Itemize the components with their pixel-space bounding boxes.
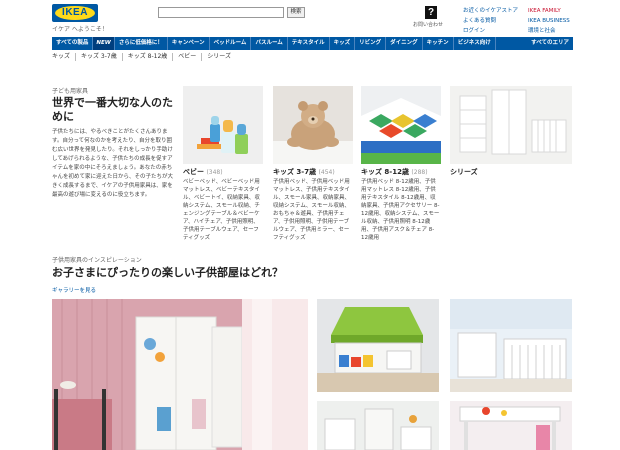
green-bed-illustration — [317, 299, 439, 392]
nav-all-areas[interactable]: すべてのエリア — [527, 37, 573, 50]
ikea-business-link[interactable]: IKEA BUSINESS — [528, 16, 570, 26]
inspiration-photo-green-bed[interactable] — [317, 299, 439, 392]
nav-kids[interactable]: キッズ — [330, 37, 356, 50]
category-tile-kids-8-12[interactable]: キッズ 8-12歳 (288) 子供用ベッド 8-12歳用、子供用マットレス 8… — [361, 86, 441, 242]
tile-title-series[interactable]: シリーズ — [450, 167, 572, 177]
tile-title-kids-8-12[interactable]: キッズ 8-12歳 (288) — [361, 167, 441, 177]
category-label: 子ども用家具 — [52, 88, 89, 95]
ikea-logo[interactable]: IKEA — [52, 4, 98, 22]
nav-dining[interactable]: ダイニング — [386, 37, 423, 50]
tile-desc-kids-8-12: 子供用ベッド 8-12歳用、子供用マットレス 8-12歳用、子供用テキスタイル … — [361, 179, 440, 241]
search-button[interactable]: 検索 — [287, 7, 305, 18]
nav-textile[interactable]: テキスタイル — [288, 37, 330, 50]
subnav-series[interactable]: シリーズ — [202, 53, 236, 61]
nav-bedroom[interactable]: ベッドルーム — [210, 37, 252, 50]
ikea-family-link[interactable]: IKEA FAMILY — [528, 6, 570, 16]
crib-illustration — [450, 299, 572, 392]
contact-link[interactable]: ? お問い合わせ — [413, 6, 445, 28]
baby-cups-illustration — [183, 86, 263, 164]
tile-title-kids-3-7[interactable]: キッズ 3-7歳 (454) — [273, 167, 353, 177]
kids-3-7-product-image[interactable] — [273, 86, 353, 164]
nav-all-products[interactable]: すべての製品 — [52, 37, 94, 50]
question-icon: ? — [425, 6, 437, 19]
nav-business[interactable]: ビジネス向け — [454, 37, 496, 50]
tile-desc-baby: ベビーベッド、ベビーベッド用マットレス、ベビーテキスタイル、ベビートイ、収納家具… — [183, 179, 260, 241]
tile-title-baby[interactable]: ベビー (348) — [183, 167, 263, 177]
inspiration-photo-pink-room[interactable] — [52, 299, 308, 450]
inspiration-photo-crib[interactable] — [450, 299, 572, 392]
nav-campaign[interactable]: キャンペーン — [168, 37, 210, 50]
white-furniture-illustration — [450, 86, 572, 164]
teddy-bear-illustration — [273, 86, 353, 164]
faq-link[interactable]: よくある質問 — [463, 16, 518, 26]
top-links-right: IKEA FAMILY IKEA BUSINESS 環境と社会 — [528, 6, 570, 36]
login-link[interactable]: ログイン — [463, 26, 518, 36]
nav-kitchen[interactable]: キッチン — [423, 37, 454, 50]
contact-label: お問い合わせ — [412, 22, 443, 28]
tile-name-kids-3-7: キッズ 3-7歳 — [273, 168, 317, 176]
tile-name-kids-8-12: キッズ 8-12歳 — [361, 168, 409, 176]
inspiration-title: お子さまにぴったりの楽しい子供部屋はどれ？ — [52, 266, 283, 279]
series-product-image[interactable] — [450, 86, 572, 164]
top-links-left: お近くのイケアストア よくある質問 ログイン — [463, 6, 518, 36]
page-title: 世界で一番大切な人のために — [52, 96, 173, 123]
tile-count-kids-3-7: (454) — [318, 169, 335, 176]
subnav-kids[interactable]: キッズ — [52, 53, 77, 61]
environment-link[interactable]: 環境と社会 — [528, 26, 570, 36]
pink-room-illustration — [52, 299, 308, 450]
subnav-kids-3-7[interactable]: キッズ 3-7歳 — [76, 53, 123, 61]
sub-nav: キッズ キッズ 3-7歳 キッズ 8-12歳 ベビー シリーズ — [52, 52, 236, 62]
nav-living[interactable]: リビング — [355, 37, 387, 50]
loft-bed-illustration — [450, 401, 572, 450]
baby-product-image[interactable] — [183, 86, 263, 164]
tile-count-baby: (348) — [206, 169, 223, 176]
white-room-illustration — [317, 401, 439, 450]
search-input[interactable] — [158, 7, 284, 18]
nav-lower-price[interactable]: さらに低価格に！ — [115, 37, 168, 50]
header: IKEA イケア へようこそ！ 検索 ? お問い合わせ お近くのイケアストア よ… — [0, 0, 620, 36]
category-tile-kids-3-7[interactable]: キッズ 3-7歳 (454) 子供用ベッド、子供用ベッド用マットレス、子供用テキ… — [273, 86, 353, 242]
subnav-baby[interactable]: ベビー — [173, 53, 203, 61]
kids-8-12-product-image[interactable] — [361, 86, 441, 164]
logo-text: IKEA — [62, 7, 88, 18]
bedding-illustration — [361, 86, 441, 164]
tile-name-series: シリーズ — [450, 168, 478, 176]
inspiration-photo-white-room[interactable] — [317, 401, 439, 450]
nav-bathroom[interactable]: バスルーム — [251, 37, 288, 50]
subnav-kids-8-12[interactable]: キッズ 8-12歳 — [123, 53, 174, 61]
tile-desc-kids-3-7: 子供用ベッド、子供用ベッド用マットレス、子供用テキスタイル、スモール家具、収納家… — [273, 179, 351, 241]
inspiration-photo-loft-bed[interactable] — [450, 401, 572, 450]
tile-count-kids-8-12: (288) — [411, 169, 428, 176]
welcome-text: イケア へようこそ！ — [52, 26, 108, 33]
gallery-link[interactable]: ギャラリーを見る — [52, 286, 96, 294]
category-tile-baby[interactable]: ベビー (348) ベビーベッド、ベビーベッド用マットレス、ベビーテキスタイル、… — [183, 86, 263, 242]
inspiration-label: 子供用家具のインスピレーション — [52, 257, 142, 264]
category-tile-series[interactable]: シリーズ — [450, 86, 572, 177]
main-nav: すべての製品 NEW さらに低価格に！ キャンペーン ベッドルーム バスルーム … — [52, 37, 573, 50]
intro-description: 子供たちには、やるべきことがたくさんあります。自分って何なのかを考えたり、自分を… — [52, 129, 174, 198]
store-link[interactable]: お近くのイケアストア — [463, 6, 518, 16]
nav-new[interactable]: NEW — [93, 37, 115, 50]
tile-name-baby: ベビー — [183, 168, 204, 176]
